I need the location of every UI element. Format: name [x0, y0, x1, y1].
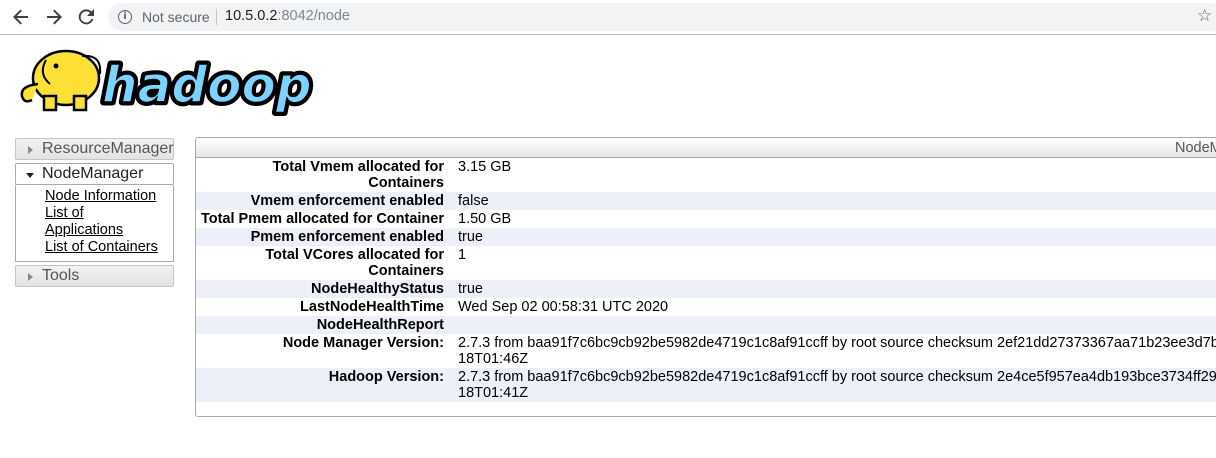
info-value-text: 2.7.3 from baa91f7c6bc9cb92be5982de4719c… — [458, 335, 1216, 351]
nodemanager-links: Node Information List of Applications Li… — [15, 185, 174, 262]
info-key: Node Manager Version: — [196, 334, 458, 368]
info-value-text-cont: 18T01:41Z — [458, 385, 529, 401]
panel-title: NodeManager information — [1175, 140, 1216, 156]
info-key: Total VCores allocated for Containers — [196, 246, 458, 280]
table-row: NodeHealthReport — [196, 316, 1216, 334]
info-value-text: 2.7.3 from baa91f7c6bc9cb92be5982de4719c… — [458, 369, 1216, 385]
info-value-text: true — [458, 281, 483, 297]
forward-icon[interactable] — [41, 5, 67, 29]
address-separator — [216, 9, 217, 25]
info-value-text: false — [458, 193, 489, 209]
elephant-icon — [20, 49, 102, 112]
info-icon[interactable]: i — [118, 10, 132, 24]
info-value-text: Wed Sep 02 00:58:31 UTC 2020 — [458, 299, 669, 315]
hadoop-wordmark: hadoop hadoop — [99, 53, 316, 118]
table-row: Node Manager Version: 2.7.3 from baa91f7c… — [196, 334, 1216, 368]
info-value — [458, 316, 1216, 334]
info-key: Total Vmem allocated for Containers — [196, 158, 458, 192]
info-value-text: 3.15 GB — [458, 159, 512, 175]
nav-section-resourcemanager[interactable]: ResourceManager — [15, 138, 174, 160]
info-key: Vmem enforcement enabled — [196, 192, 458, 210]
info-key: LastNodeHealthTime — [196, 298, 458, 316]
bookmark-star-icon[interactable]: ☆ — [1197, 6, 1212, 26]
table-row: Vmem enforcement enabled false — [196, 192, 1216, 210]
info-value: 1.50 GB — [458, 210, 1216, 228]
table-row: Pmem enforcement enabled true — [196, 228, 1216, 246]
table-row: Total VCores allocated for Containers 1 — [196, 246, 1216, 280]
table-row: Total Vmem allocated for Containers 3.15 … — [196, 158, 1216, 192]
info-value-text: 1.50 GB — [458, 211, 512, 227]
address-bar[interactable]: i Not secure 10.5.0.2:8042/node ☆ — [108, 3, 1216, 31]
security-label: Not secure — [142, 9, 210, 25]
nav-section-tools[interactable]: Tools — [15, 265, 174, 287]
info-key: NodeHealthReport — [196, 316, 458, 334]
info-value-text: 1 — [458, 247, 467, 263]
table-row: LastNodeHealthTime Wed Sep 02 00:58:31 UT… — [196, 298, 1216, 316]
panel-header: NodeManager information — [196, 138, 1216, 158]
info-key: Hadoop Version: — [196, 368, 458, 402]
reload-icon[interactable] — [73, 5, 99, 29]
info-value: false — [458, 192, 1216, 210]
info-value: 2.7.3 from baa91f7c6bc9cb92be5982de4719c… — [458, 368, 1216, 402]
info-value: 1 — [458, 246, 1216, 280]
info-value: 3.15 GB — [458, 158, 1216, 192]
browser-toolbar: i Not secure 10.5.0.2:8042/node ☆ — [0, 0, 1216, 35]
info-key: NodeHealthyStatus — [196, 280, 458, 298]
info-value-text — [458, 317, 1216, 333]
info-key: Pmem enforcement enabled — [196, 228, 458, 246]
triangle-right-icon — [28, 146, 33, 154]
svg-text:hadoop: hadoop — [102, 56, 312, 114]
nav-section-nodemanager[interactable]: NodeManager — [15, 163, 174, 185]
info-value-text: true — [458, 229, 483, 245]
info-value: true — [458, 228, 1216, 246]
info-value: 2.7.3 from baa91f7c6bc9cb92be5982de4719c… — [458, 334, 1216, 368]
node-info-table: Total Vmem allocated for Containers 3.15 … — [196, 158, 1216, 402]
nav-link-node-information[interactable]: Node Information — [45, 188, 163, 205]
table-row: Hadoop Version: 2.7.3 from baa91f7c6bc9cb… — [196, 368, 1216, 402]
info-value-text-cont: 18T01:46Z — [458, 351, 529, 367]
triangle-down-icon — [26, 173, 34, 178]
hadoop-logo[interactable]: hadoop hadoop — [16, 44, 316, 118]
table-row: NodeHealthyStatus true — [196, 280, 1216, 298]
info-key: Total Pmem allocated for Container — [196, 210, 458, 228]
nav-link-list-of-applications[interactable]: List of Applications — [45, 205, 163, 239]
node-info-panel: NodeManager information Total Vmem alloc… — [195, 137, 1216, 417]
info-value: Wed Sep 02 00:58:31 UTC 2020 — [458, 298, 1216, 316]
back-icon[interactable] — [8, 5, 34, 29]
sidebar-nav: ResourceManager NodeManager Node Informa… — [15, 138, 174, 287]
nav-link-list-of-containers[interactable]: List of Containers — [45, 239, 163, 256]
info-value: true — [458, 280, 1216, 298]
triangle-right-icon — [28, 273, 33, 281]
table-row: Total Pmem allocated for Container 1.50 G… — [196, 210, 1216, 228]
url-text[interactable]: 10.5.0.2:8042/node — [225, 8, 350, 24]
